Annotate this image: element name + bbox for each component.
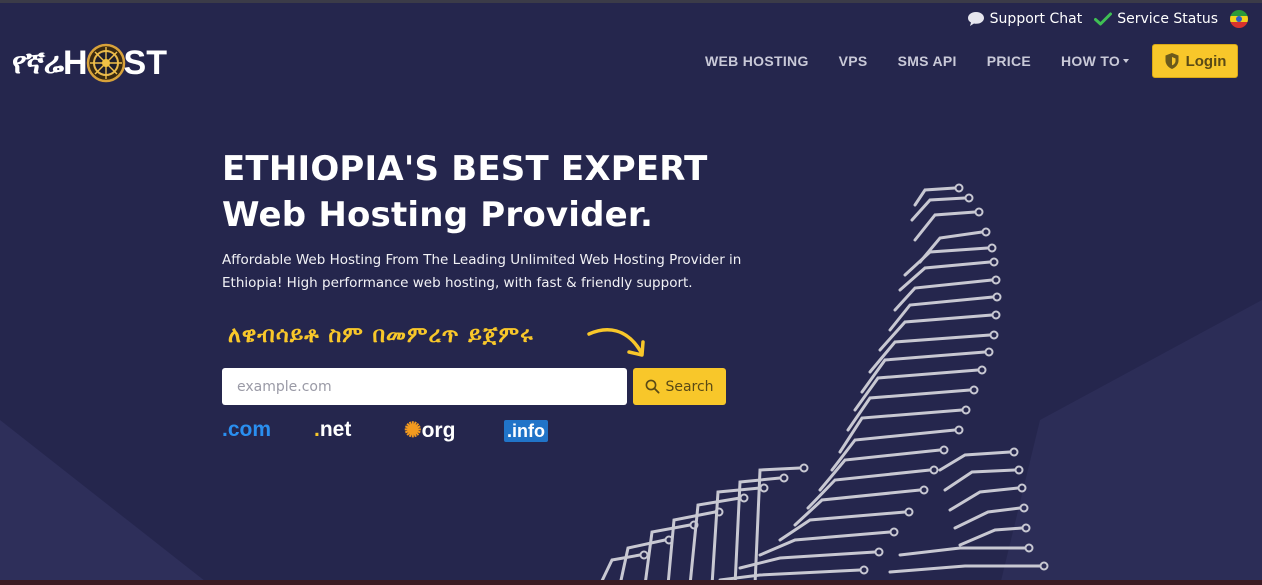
curved-arrow-icon <box>587 328 645 357</box>
nav-price[interactable]: PRICE <box>987 53 1031 69</box>
circuit-trace <box>806 468 932 510</box>
search-button[interactable]: Search <box>633 368 726 405</box>
circuit-node <box>859 565 869 575</box>
circuit-node <box>759 483 769 493</box>
chat-bubble-icon <box>967 12 984 26</box>
circuit-trace <box>718 568 862 582</box>
search-button-label: Search <box>665 378 714 395</box>
circuit-trace <box>943 468 1017 492</box>
amharic-cta: ለዌብሳይቶ ስም በመምረጥ ይጀምሩ <box>228 323 534 348</box>
utility-bar: Support Chat Service Status <box>967 10 1248 28</box>
logo-host-text: H ST <box>63 43 167 83</box>
circuit-node <box>954 425 964 435</box>
circuit-node <box>929 465 939 475</box>
hero-title-line1: ETHIOPIA'S BEST EXPERT <box>222 149 708 189</box>
circuit-node <box>991 275 1001 285</box>
circuit-trace <box>938 450 1012 472</box>
logo-host-h: H <box>62 43 88 82</box>
circuit-node <box>889 527 899 537</box>
circuit-node <box>874 547 884 557</box>
hero-title: ETHIOPIA'S BEST EXPERT Web Hosting Provi… <box>222 146 708 238</box>
circuit-node <box>989 257 999 267</box>
circuit-trace <box>910 196 967 222</box>
tld-list: .com .net ✺org .info <box>222 418 562 444</box>
circuit-node <box>939 445 949 455</box>
circuit-node <box>981 227 991 237</box>
circuit-node <box>989 330 999 340</box>
circuit-node <box>954 183 964 193</box>
circuit-node <box>987 243 997 253</box>
service-status-link[interactable]: Service Status <box>1094 11 1218 27</box>
circuit-node <box>977 365 987 375</box>
circuit-trace <box>953 506 1022 530</box>
circuit-node <box>799 463 809 473</box>
login-label: Login <box>1185 52 1227 70</box>
circuit-node <box>1009 447 1019 457</box>
domain-search-input[interactable] <box>222 368 627 405</box>
circuit-trace <box>618 538 667 585</box>
circuit-node <box>639 550 649 560</box>
tld-com[interactable]: .com <box>222 418 271 442</box>
circuit-trace <box>913 186 957 207</box>
circuit-trace <box>903 246 990 277</box>
nav-how-to[interactable]: HOW TO <box>1061 53 1130 69</box>
ethiopia-flag-icon[interactable] <box>1230 10 1248 28</box>
support-chat-label: Support Chat <box>989 11 1083 27</box>
hero-title-line2: Web Hosting Provider. <box>222 195 654 235</box>
chevron-down-icon <box>1123 58 1130 63</box>
shield-icon <box>1165 53 1179 69</box>
circuit-node <box>904 507 914 517</box>
logo-amharic-text: የኛሬ <box>12 45 64 81</box>
circuit-trace <box>948 486 1020 512</box>
tld-org-label: org <box>421 419 456 442</box>
circuit-node <box>739 493 749 503</box>
tld-net[interactable]: .net <box>314 418 351 442</box>
circuit-node <box>984 347 994 357</box>
support-chat-link[interactable]: Support Chat <box>967 11 1083 27</box>
tld-com-label: com <box>227 418 272 441</box>
circuit-node <box>961 405 971 415</box>
login-button[interactable]: Login <box>1152 44 1238 78</box>
service-status-label: Service Status <box>1117 11 1218 27</box>
nav-vps[interactable]: VPS <box>839 53 868 69</box>
circuit-trace <box>898 546 1027 557</box>
circuit-node <box>1014 465 1024 475</box>
tld-info[interactable]: .info <box>504 420 548 442</box>
circuit-trace <box>888 295 995 332</box>
hero-description: Affordable Web Hosting From The Leading … <box>222 252 742 291</box>
nav-web-hosting[interactable]: WEB HOSTING <box>705 53 809 69</box>
circuit-node <box>964 193 974 203</box>
logo-wheel-icon <box>86 43 125 83</box>
site-logo[interactable]: የኛሬ H ST <box>12 40 167 86</box>
circuit-node <box>992 292 1002 302</box>
main-nav: WEB HOSTING VPS SMS API PRICE HOW TO <box>705 44 1155 78</box>
tld-net-label: net <box>319 418 352 441</box>
circuit-node <box>779 473 789 483</box>
circuit-node <box>969 385 979 395</box>
circuit-trace <box>918 230 984 264</box>
circuit-node <box>974 207 984 217</box>
window-bottom-border <box>0 580 1262 585</box>
nav-how-to-label: HOW TO <box>1061 53 1121 69</box>
circuit-node <box>919 485 929 495</box>
circuit-node <box>991 310 1001 320</box>
check-icon <box>1094 12 1113 26</box>
nav-sms-api[interactable]: SMS API <box>898 53 957 69</box>
tld-org[interactable]: ✺org <box>404 418 455 443</box>
logo-host-st: ST <box>123 43 167 82</box>
search-icon <box>646 379 660 394</box>
